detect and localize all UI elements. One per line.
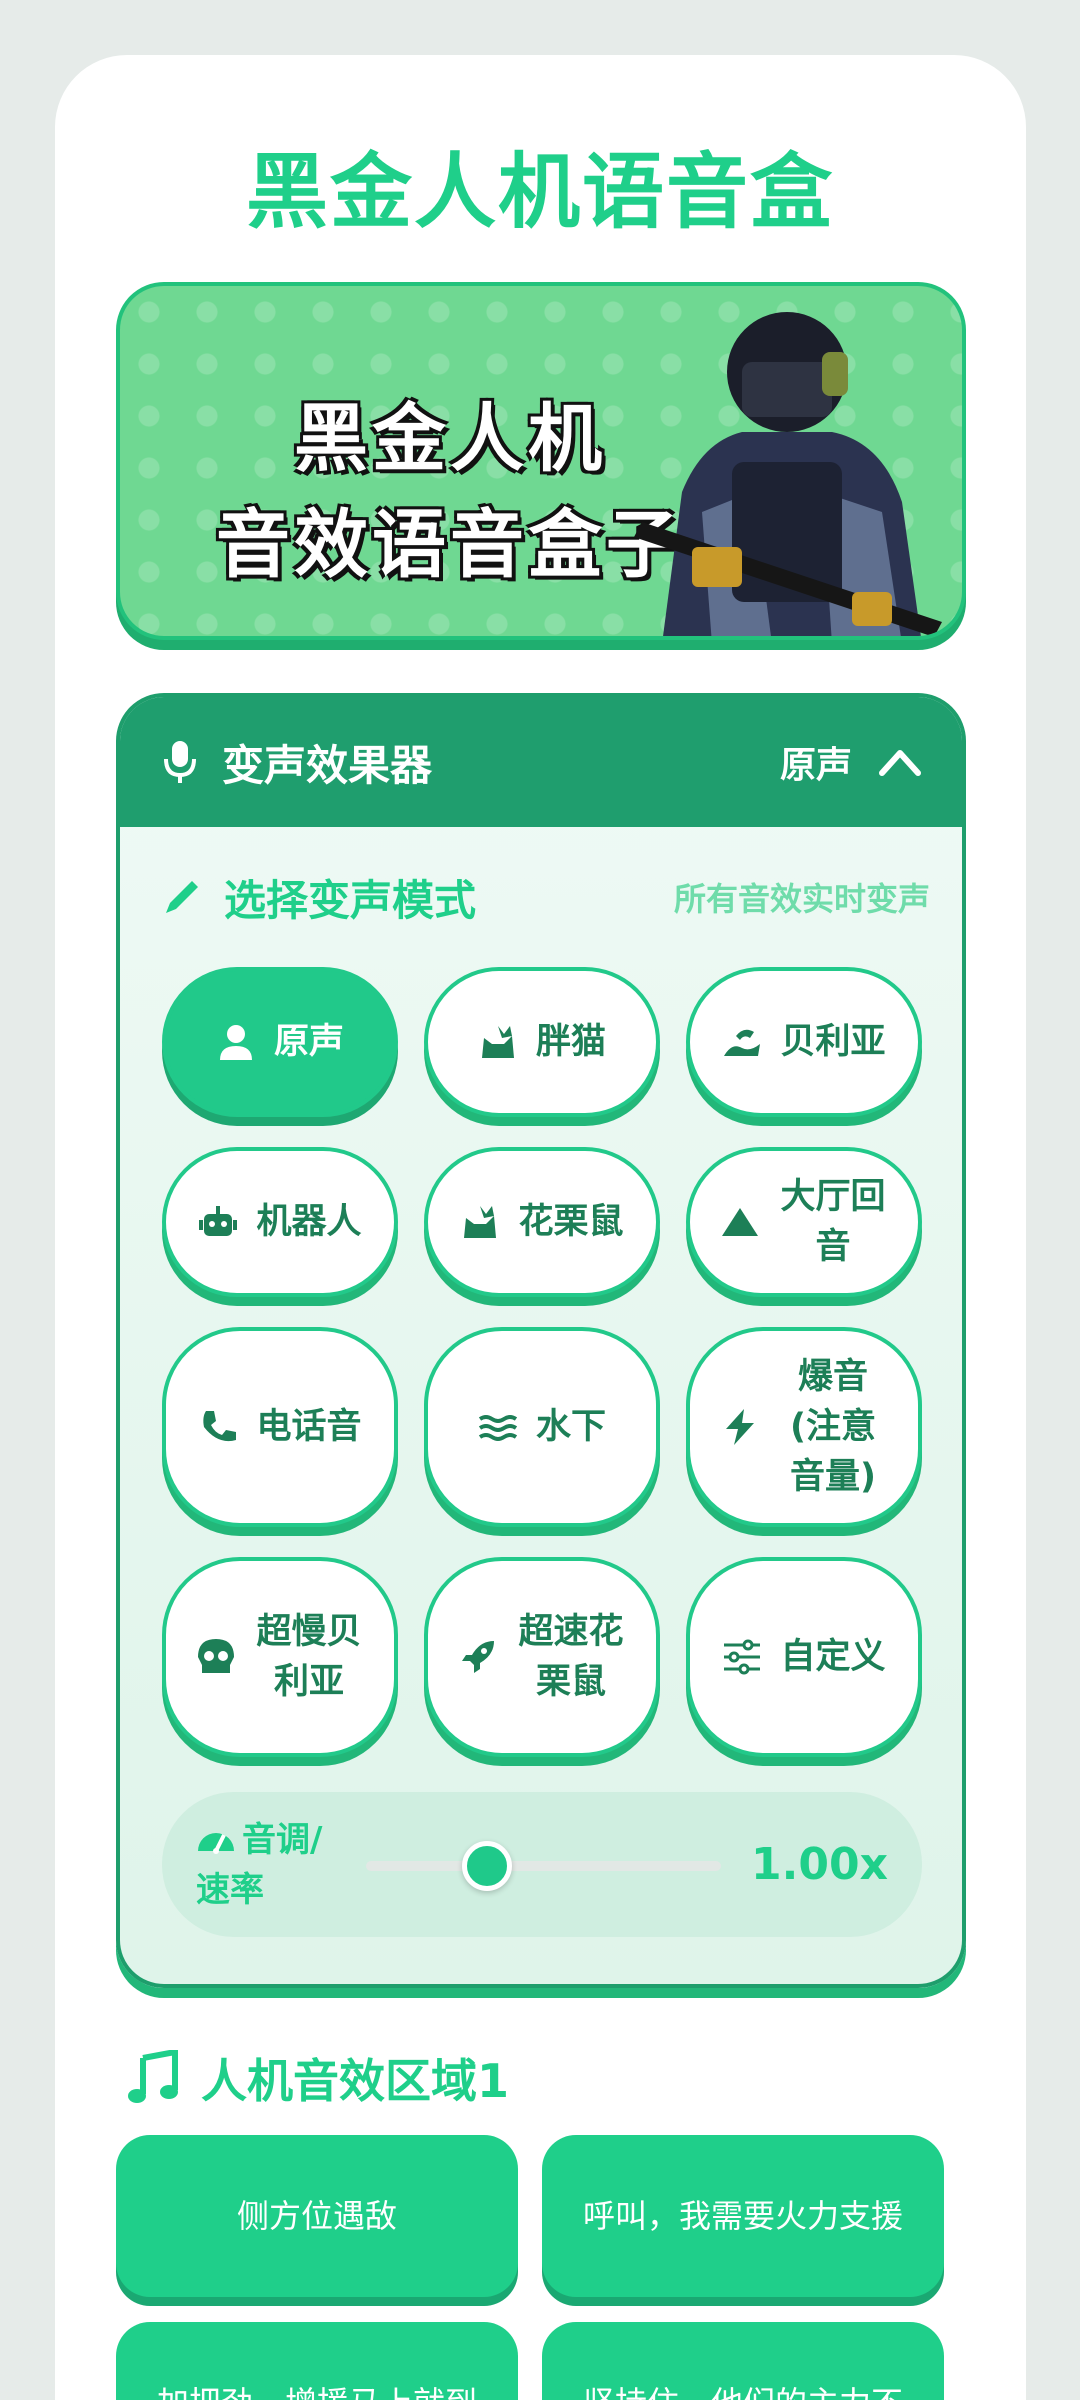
mode-button-hall-echo[interactable]: 大厅回音 <box>686 1147 922 1297</box>
app-title: 黑金人机语音盒 <box>245 145 834 240</box>
cat-icon <box>464 1206 497 1238</box>
microphone-icon <box>164 741 196 783</box>
sfx-button[interactable]: 坚持住，他们的主力不 <box>542 2322 944 2400</box>
pitch-value: 1.00x <box>751 1839 888 1890</box>
mode-button-slow-belial[interactable]: 超慢贝利亚 <box>162 1557 398 1757</box>
mode-label: 大厅回音 <box>780 1177 886 1267</box>
mode-button-belial[interactable]: 贝利亚 <box>686 967 922 1117</box>
mountain-icon <box>722 1208 758 1236</box>
mode-label: 花栗鼠 <box>518 1202 624 1242</box>
mode-button-original[interactable]: 原声 <box>162 967 398 1117</box>
mode-button-custom[interactable]: 自定义 <box>686 1557 922 1757</box>
mode-select-label: 选择变声模式 <box>224 875 477 925</box>
mode-button-robot[interactable]: 机器人 <box>162 1147 398 1297</box>
sliders-icon <box>724 1639 761 1675</box>
mode-button-chipmunk[interactable]: 花栗鼠 <box>424 1147 660 1297</box>
skull-icon <box>198 1639 234 1673</box>
pitch-slider-track[interactable] <box>366 1860 721 1871</box>
voice-changer-panel: 变声效果器 原声 选择变声模式 所有音效实时变声 原声 胖猫 贝利亚 机器人 花… <box>116 693 966 1988</box>
user-icon <box>219 1025 252 1060</box>
pitch-slider-thumb[interactable] <box>461 1840 512 1891</box>
hero-banner: 黑金人机 音效语音盒子 <box>116 282 966 640</box>
mode-label: 原声 <box>273 1022 344 1062</box>
pitch-label: 音调/速率 <box>196 1815 346 1915</box>
mode-button-fast-chipmunk[interactable]: 超速花栗鼠 <box>424 1557 660 1757</box>
phone-icon <box>203 1411 237 1442</box>
chevron-up-icon[interactable] <box>878 747 922 777</box>
dragon-icon <box>724 1029 761 1056</box>
bolt-icon <box>726 1409 754 1445</box>
mode-button-underwater[interactable]: 水下 <box>424 1327 660 1527</box>
voice-changer-header[interactable]: 变声效果器 原声 <box>120 697 962 827</box>
soldier-illustration <box>634 312 942 636</box>
sfx-button[interactable]: 呼叫，我需要火力支援 <box>542 2135 944 2297</box>
mode-label: 胖猫 <box>535 1022 606 1062</box>
sfx-section-title: 人机音效区域1 <box>125 2045 509 2111</box>
music-note-icon <box>128 2050 178 2103</box>
pitch-control: 音调/速率 1.00x <box>162 1792 922 1937</box>
mode-button-distortion[interactable]: 爆音(注意音量) <box>686 1327 922 1527</box>
mode-button-fat-cat[interactable]: 胖猫 <box>424 967 660 1117</box>
sfx-section-title-text: 人机音效区域1 <box>201 2054 510 2108</box>
mode-label: 水下 <box>535 1407 606 1447</box>
gauge-icon <box>198 1832 234 1854</box>
sfx-button[interactable]: 加把劲，增援马上就到 <box>116 2322 518 2400</box>
robot-icon <box>199 1206 238 1236</box>
mode-label: 机器人 <box>256 1202 362 1242</box>
mode-label: 自定义 <box>780 1637 886 1677</box>
pencil-icon <box>166 881 198 913</box>
pitch-slider[interactable] <box>366 1835 721 1895</box>
voice-changer-title: 变声效果器 <box>222 740 433 790</box>
mode-label: 爆音(注意音量) <box>790 1357 876 1497</box>
mode-label: 超速花栗鼠 <box>518 1612 624 1702</box>
sfx-button[interactable]: 侧方位遇敌 <box>116 2135 518 2297</box>
mode-label: 贝利亚 <box>780 1022 886 1062</box>
mode-label: 电话音 <box>256 1407 362 1447</box>
mode-select-hint: 所有音效实时变声 <box>673 880 930 918</box>
current-mode-label: 原声 <box>779 745 852 786</box>
water-icon <box>478 1415 518 1441</box>
mode-button-telephone[interactable]: 电话音 <box>162 1327 398 1527</box>
mode-label: 超慢贝利亚 <box>256 1612 362 1702</box>
cat-icon <box>481 1026 514 1058</box>
rocket-icon <box>462 1641 494 1673</box>
mode-select-row: 选择变声模式 所有音效实时变声 <box>160 867 930 927</box>
